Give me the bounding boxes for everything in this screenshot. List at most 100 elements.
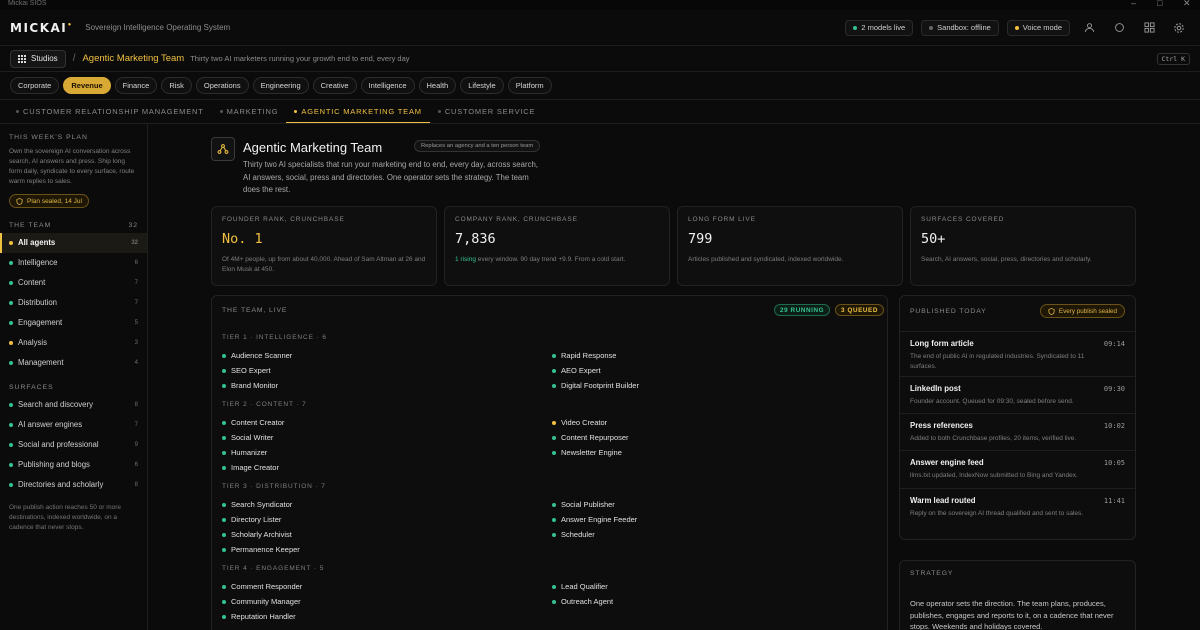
- models-live-pill[interactable]: 2 models live: [845, 19, 914, 36]
- sidebar-item-count: 8: [134, 481, 138, 488]
- sidebar-item-label: All agents: [18, 238, 56, 247]
- agent-item[interactable]: Search Syndicator: [222, 500, 292, 509]
- status-dot-icon: [929, 25, 934, 30]
- sidebar-item-label: AI answer engines: [18, 420, 83, 429]
- sidebar-item-label: Search and discovery: [18, 400, 93, 409]
- sidebar-item-intelligence[interactable]: Intelligence 6: [0, 253, 147, 273]
- status-dot-icon: [9, 402, 13, 407]
- category-chip-intelligence[interactable]: Intelligence: [360, 77, 415, 94]
- agent-name: SEO Expert: [231, 366, 271, 375]
- agent-item[interactable]: Brand Monitor: [222, 381, 278, 390]
- status-dot-icon: [222, 502, 226, 507]
- status-dot-icon: [222, 517, 226, 522]
- surfaces-heading: Surfaces: [9, 383, 54, 391]
- agent-item[interactable]: AEO Expert: [552, 366, 601, 375]
- tab-dot-icon: [437, 110, 441, 113]
- sidebar-item-search-and-discovery[interactable]: Search and discovery 8: [0, 395, 147, 415]
- sidebar-item-engagement[interactable]: Engagement 5: [0, 313, 147, 333]
- status-dot-icon: [222, 368, 226, 373]
- agent-item[interactable]: Social Writer: [222, 433, 273, 442]
- category-chip-health[interactable]: Health: [418, 77, 457, 94]
- sandbox-pill[interactable]: Sandbox: offline: [921, 19, 999, 36]
- tab-marketing[interactable]: Marketing: [212, 100, 287, 123]
- category-chip-creative[interactable]: Creative: [312, 77, 357, 94]
- published-item[interactable]: Warm lead routed 11:41 Reply on the sovere…: [900, 496, 1135, 519]
- plan-sealed-badge: Plan sealed, 14 Jul: [9, 194, 89, 208]
- category-chip-finance[interactable]: Finance: [114, 77, 158, 94]
- tier-heading: Tier 1 · Intelligence · 6: [222, 334, 327, 341]
- agent-item[interactable]: Rapid Response: [552, 351, 616, 360]
- agent-item[interactable]: Humanizer: [222, 448, 267, 457]
- category-chip-platform[interactable]: Platform: [507, 77, 552, 94]
- voice-mode-pill[interactable]: Voice mode: [1006, 19, 1070, 36]
- agent-item[interactable]: Content Creator: [222, 418, 284, 427]
- sidebar-item-label: Directories and scholarly: [18, 480, 104, 489]
- minimize-icon[interactable]: –: [1131, 0, 1136, 8]
- tab-customer-service[interactable]: Customer Service: [430, 100, 543, 123]
- published-item[interactable]: Answer engine feed 10:05 llms.txt updated,…: [900, 458, 1135, 481]
- agent-item[interactable]: Image Creator: [222, 463, 279, 472]
- agent-item[interactable]: Community Manager: [222, 597, 301, 606]
- sidebar-item-all-agents[interactable]: All agents 32: [0, 232, 147, 253]
- user-icon[interactable]: [1078, 19, 1100, 37]
- theme-toggle-icon[interactable]: [1108, 19, 1130, 37]
- category-chip-operations[interactable]: Operations: [195, 77, 249, 94]
- sidebar-item-directories-and-scholarly[interactable]: Directories and scholarly 8: [0, 475, 147, 495]
- agent-item[interactable]: Lead Qualifier: [552, 582, 608, 591]
- category-chip-revenue[interactable]: Revenue: [63, 77, 111, 94]
- grid-icon: [18, 54, 26, 63]
- command-palette-shortcut[interactable]: Ctrl K: [1156, 52, 1190, 65]
- breadcrumb-current[interactable]: Agentic Marketing Team: [82, 53, 184, 64]
- gear-icon[interactable]: [1168, 19, 1190, 37]
- sidebar-item-management[interactable]: Management 4: [0, 353, 147, 373]
- published-item[interactable]: LinkedIn post 09:30 Founder account. Queue…: [900, 384, 1135, 407]
- published-item[interactable]: Press references 10:02 Added to both Crunc…: [900, 421, 1135, 444]
- tab-label: Agentic Marketing Team: [301, 106, 422, 116]
- sidebar-item-distribution[interactable]: Distribution 7: [0, 293, 147, 313]
- category-chip-lifestyle[interactable]: Lifestyle: [460, 77, 504, 94]
- agent-item[interactable]: Digital Footprint Builder: [552, 381, 639, 390]
- sidebar-item-ai-answer-engines[interactable]: AI answer engines 7: [0, 415, 147, 435]
- agent-name: Permanence Keeper: [231, 545, 300, 554]
- agent-item[interactable]: Reputation Handler: [222, 612, 296, 621]
- agent-item[interactable]: Directory Lister: [222, 515, 281, 524]
- breadcrumb-separator: /: [72, 53, 76, 64]
- stat-card: Founder rank, Crunchbase No. 1 Of 4M+ peop…: [211, 206, 437, 286]
- logo-text: MICKAI: [10, 20, 68, 35]
- agent-item[interactable]: Video Creator: [552, 418, 607, 427]
- agent-item[interactable]: Answer Engine Feeder: [552, 515, 637, 524]
- status-dot-icon: [552, 383, 556, 388]
- agent-item[interactable]: Scheduler: [552, 530, 595, 539]
- agent-item[interactable]: Content Repurposer: [552, 433, 629, 442]
- agent-item[interactable]: Permanence Keeper: [222, 545, 300, 554]
- published-item-time: 11:41: [1103, 497, 1125, 505]
- agent-item[interactable]: Comment Responder: [222, 582, 302, 591]
- agent-item[interactable]: Scholarly Archivist: [222, 530, 292, 539]
- status-dot-icon: [9, 442, 13, 447]
- category-chip-corporate[interactable]: Corporate: [10, 77, 60, 94]
- status-dot-icon: [222, 435, 226, 440]
- sidebar-item-social-and-professional[interactable]: Social and professional 9: [0, 435, 147, 455]
- apps-grid-icon[interactable]: [1138, 19, 1160, 37]
- tab-agentic-marketing-team[interactable]: Agentic Marketing Team: [286, 100, 430, 123]
- status-dot-icon: [222, 420, 226, 425]
- agent-item[interactable]: Audience Scanner: [222, 351, 292, 360]
- sidebar-item-publishing-and-blogs[interactable]: Publishing and blogs 6: [0, 455, 147, 475]
- sidebar-item-analysis[interactable]: Analysis 3: [0, 333, 147, 353]
- category-chip-engineering[interactable]: Engineering: [252, 77, 309, 94]
- tier-heading: Tier 4 · Engagement · 5: [222, 565, 325, 572]
- tab-customer-relationship-management[interactable]: Customer Relationship Management: [8, 100, 212, 123]
- agent-item[interactable]: Newsletter Engine: [552, 448, 622, 457]
- agent-item[interactable]: Outreach Agent: [552, 597, 613, 606]
- published-item[interactable]: Long form article 09:14 The end of public …: [900, 339, 1135, 372]
- category-chip-risk[interactable]: Risk: [161, 77, 192, 94]
- agent-name: Video Creator: [561, 418, 608, 427]
- sidebar-item-content[interactable]: Content 7: [0, 273, 147, 293]
- studios-button[interactable]: Studios: [10, 49, 66, 68]
- close-icon[interactable]: ✕: [1183, 0, 1191, 8]
- agent-name: Social Writer: [231, 433, 274, 442]
- agent-item[interactable]: Social Publisher: [552, 500, 615, 509]
- agent-item[interactable]: SEO Expert: [222, 366, 271, 375]
- agent-name: Answer Engine Feeder: [561, 515, 638, 524]
- maximize-icon[interactable]: □: [1157, 0, 1162, 8]
